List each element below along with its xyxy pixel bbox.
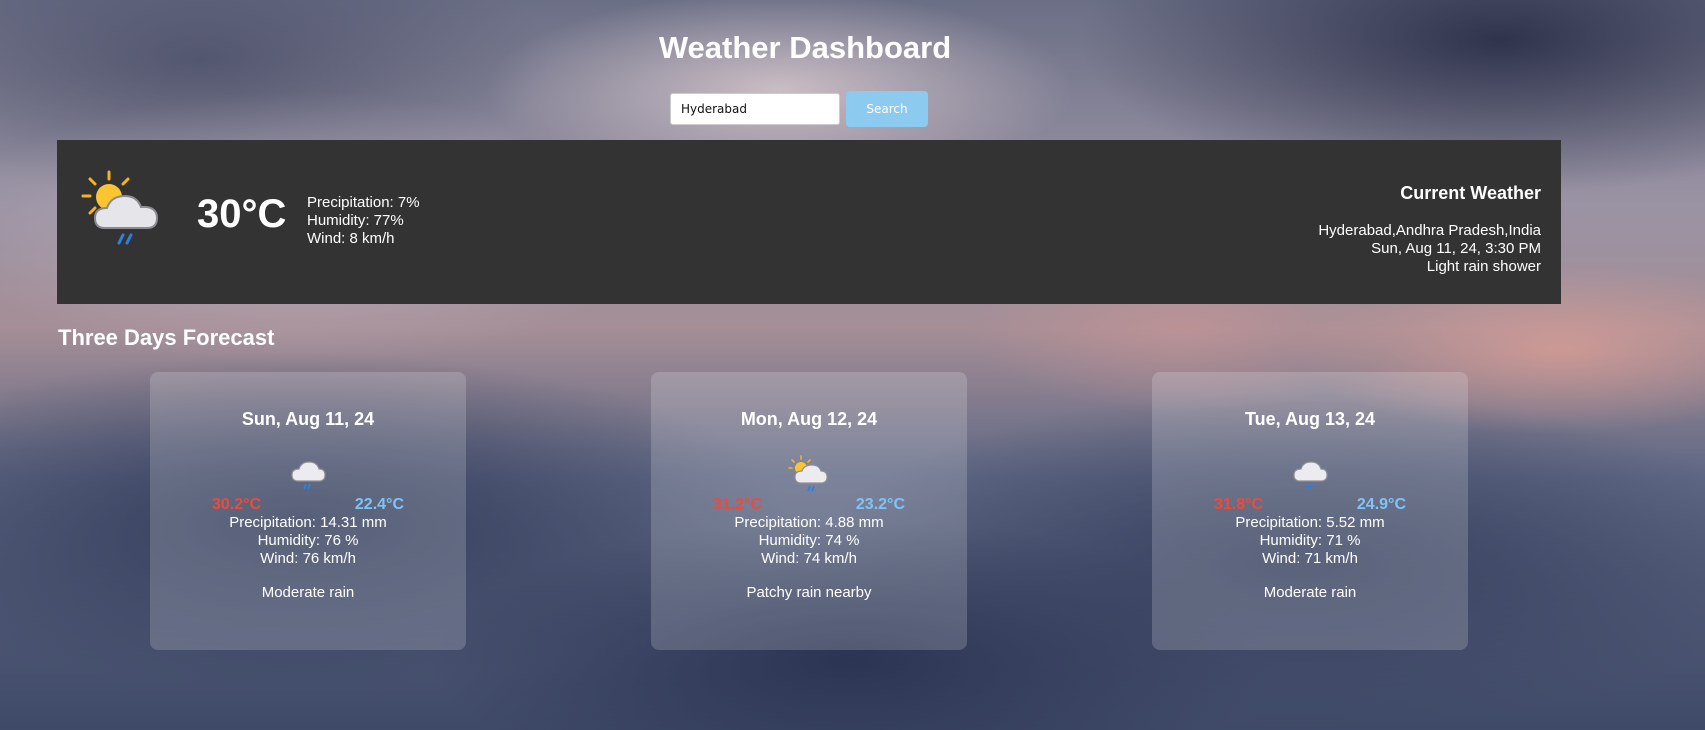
forecast-condition: Moderate rain: [1263, 584, 1357, 601]
current-condition: Light rain shower: [1426, 258, 1541, 275]
forecast-wind: Wind: 74 km/h: [761, 550, 857, 567]
max-temperature: 31.2°C: [713, 496, 763, 513]
current-wind: Wind: 8 km/h: [307, 230, 395, 247]
page-title: Weather Dashboard: [658, 30, 952, 65]
forecast-condition: Moderate rain: [261, 584, 355, 601]
forecast-temps: 31.8°C 24.9°C: [1152, 496, 1468, 514]
current-datetime: Sun, Aug 11, 24, 3:30 PM: [1371, 240, 1541, 257]
forecast-date: Mon, Aug 12, 24: [740, 409, 878, 429]
current-temperature: 30°C: [197, 192, 287, 236]
forecast-wind: Wind: 76 km/h: [260, 550, 356, 567]
forecast-temps: 30.2°C 22.4°C: [150, 496, 466, 514]
search-bar: Search: [670, 91, 928, 127]
forecast-heading: Three Days Forecast: [58, 325, 275, 350]
forecast-date: Sun, Aug 11, 24: [241, 409, 375, 429]
forecast-condition: Patchy rain nearby: [746, 584, 872, 601]
current-precipitation: Precipitation: 7%: [307, 194, 420, 211]
forecast-card: Mon, Aug 12, 24 31.2°C 23.2°C Precipitat…: [651, 372, 967, 650]
current-humidity: Humidity: 77%: [307, 212, 404, 229]
max-temperature: 31.8°C: [1214, 496, 1264, 513]
min-temperature: 22.4°C: [354, 496, 404, 513]
forecast-wind: Wind: 71 km/h: [1262, 550, 1358, 567]
forecast-card: Sun, Aug 11, 24 30.2°C 22.4°C Precipitat…: [150, 372, 466, 650]
cloud-rain-icon: [150, 455, 466, 493]
min-temperature: 24.9°C: [1356, 496, 1406, 513]
current-location: Hyderabad,Andhra Pradesh,India: [1318, 222, 1541, 239]
min-temperature: 23.2°C: [855, 496, 905, 513]
forecast-precipitation: Precipitation: 4.88 mm: [734, 514, 884, 531]
current-weather-panel: 30°C Precipitation: 7% Humidity: 77% Win…: [57, 140, 1561, 304]
current-weather-heading: Current Weather: [1400, 183, 1541, 203]
forecast-card: Tue, Aug 13, 24 31.8°C 24.9°C Precipitat…: [1152, 372, 1468, 650]
search-button[interactable]: Search: [846, 91, 928, 127]
forecast-temps: 31.2°C 23.2°C: [651, 496, 967, 514]
forecast-humidity: Humidity: 74 %: [758, 532, 860, 549]
forecast-humidity: Humidity: 71 %: [1259, 532, 1361, 549]
search-input[interactable]: [670, 93, 840, 125]
forecast-date: Tue, Aug 13, 24: [1244, 409, 1376, 429]
current-details: Precipitation: 7% Humidity: 77% Wind: 8 …: [307, 194, 420, 248]
sun-cloud-rain-icon: [651, 455, 967, 493]
forecast-precipitation: Precipitation: 14.31 mm: [229, 514, 387, 531]
forecast-precipitation: Precipitation: 5.52 mm: [1235, 514, 1385, 531]
current-summary: Current Weather Hyderabad,Andhra Pradesh…: [1318, 184, 1541, 276]
sun-cloud-rain-icon: [79, 170, 169, 255]
cloud-rain-icon: [1152, 455, 1468, 493]
max-temperature: 30.2°C: [212, 496, 262, 513]
forecast-humidity: Humidity: 76 %: [257, 532, 359, 549]
